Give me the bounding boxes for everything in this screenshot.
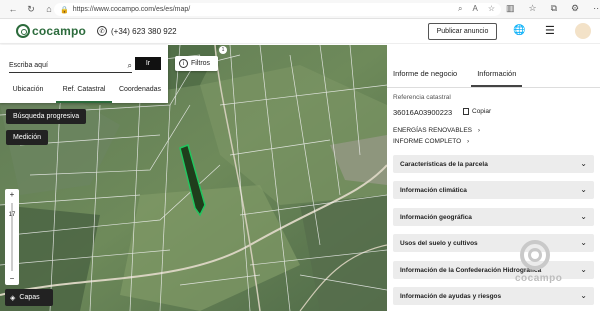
panel-divider [387, 87, 600, 88]
layers-icon: ◈ [10, 294, 16, 302]
accordion-label: Características de la parcela [400, 160, 488, 168]
chevron-down-icon: ⌄ [580, 212, 587, 221]
tab-location[interactable]: Ubicación [0, 83, 56, 103]
tab-information[interactable]: Información [471, 69, 523, 87]
favorite-star-icon[interactable]: ☆ [488, 4, 495, 14]
search-placeholder: Escriba aquí [9, 62, 48, 69]
layers-button[interactable]: ◈ Capas [5, 289, 53, 306]
copy-button[interactable]: Copiar [463, 108, 491, 115]
copy-icon [463, 108, 469, 115]
watermark-text: cocampo [515, 273, 563, 284]
accordion-label: Usos del suelo y cultivos [400, 239, 478, 247]
parcel-info-panel: Informe de negocio Información Referenci… [387, 45, 600, 311]
favorites-icon[interactable]: ☆ [529, 3, 537, 14]
search-go-button[interactable]: Ir [135, 57, 161, 70]
layers-label: Capas [19, 294, 40, 301]
chevron-right-icon: › [477, 127, 480, 134]
reload-icon[interactable]: ↻ [24, 2, 38, 16]
cadastral-ref-value: 36016A03900223 [393, 108, 453, 117]
address-bar[interactable]: 🔒 https://www.cocampo.com/es/es/map/ ⌕ A… [54, 3, 501, 16]
chevron-down-icon: ⌄ [580, 291, 587, 300]
accordion-plot-features[interactable]: Características de la parcela ⌄ [393, 155, 594, 173]
split-screen-icon[interactable]: ▥ [506, 3, 515, 14]
watermark-logo-inner [528, 248, 542, 262]
chevron-down-icon: ⌄ [580, 159, 587, 168]
filters-button[interactable]: i Filtros [175, 56, 218, 71]
measurement-button[interactable]: Medición [6, 130, 49, 145]
filters-count-badge: 1 [219, 46, 227, 54]
site-header: cocampo ✆ (+34) 623 380 922 Publicar anu… [0, 19, 600, 44]
publish-listing-button[interactable]: Publicar anuncio [428, 23, 497, 40]
cocampo-watermark: cocampo [515, 240, 565, 290]
full-report-link[interactable]: INFORME COMPLETO › [393, 138, 469, 145]
copy-label: Copiar [472, 108, 492, 115]
zoom-level: 17 [8, 212, 16, 218]
zoom-out-button[interactable]: − [10, 273, 15, 285]
phone-number: (+34) 623 380 922 [111, 26, 177, 36]
accordion-label: Información climática [400, 186, 467, 194]
extensions-icon[interactable]: ⚙ [571, 3, 579, 14]
back-icon[interactable]: ← [6, 2, 20, 16]
full-report-label: INFORME COMPLETO [393, 138, 462, 145]
whatsapp-icon: ✆ [97, 26, 107, 36]
search-icon: ⌕ [127, 61, 132, 70]
search-input[interactable]: Escriba aquí ⌕ [9, 59, 132, 73]
panel-tabs: Informe de negocio Información [393, 69, 530, 87]
tab-coordinates[interactable]: Coordenadas [112, 83, 168, 103]
chevron-right-icon: › [466, 138, 470, 145]
collections-icon[interactable]: ⧉ [551, 3, 557, 14]
tab-cadastral-ref[interactable]: Ref. Catastral [56, 83, 112, 103]
hamburger-menu-icon[interactable]: ☰ [545, 24, 555, 37]
chevron-down-icon: ⌄ [580, 238, 587, 247]
more-options-icon[interactable]: ⋯ [593, 3, 600, 14]
language-globe-icon[interactable]: 🌐 [513, 25, 525, 36]
filters-label: Filtros [191, 60, 211, 67]
accordion-label: Información de ayudas y riesgos [400, 292, 502, 300]
browser-toolbar: ← ↻ ⌂ 🔒 https://www.cocampo.com/es/es/ma… [0, 0, 600, 19]
chevron-down-icon: ⌄ [580, 265, 587, 274]
phone-contact[interactable]: ✆ (+34) 623 380 922 [97, 26, 177, 36]
zoom-in-button[interactable]: + [10, 189, 15, 201]
accordion-geographic-info[interactable]: Información geográfica ⌄ [393, 208, 594, 226]
tab-business-report[interactable]: Informe de negocio [393, 69, 463, 87]
cadastral-ref-label: Referencia catastral [393, 94, 451, 101]
read-aloud-icon[interactable]: A [472, 4, 477, 14]
info-icon: i [179, 59, 188, 68]
cocampo-logo[interactable]: cocampo [16, 24, 86, 38]
renewable-energies-link[interactable]: ENERGÍAS RENOVABLES › [393, 127, 480, 134]
logo-text: cocampo [32, 24, 87, 38]
search-panel: Escriba aquí ⌕ Ir Ubicación Ref. Catastr… [0, 45, 168, 103]
lock-icon: 🔒 [60, 6, 69, 14]
logo-mark-icon [16, 24, 30, 38]
zoom-control: + 17 − [5, 189, 19, 285]
accordion-label: Información geográfica [400, 213, 472, 221]
chevron-down-icon: ⌄ [580, 185, 587, 194]
avatar[interactable] [575, 23, 591, 39]
accordion-climate-info[interactable]: Información climática ⌄ [393, 181, 594, 199]
renewable-energies-label: ENERGÍAS RENOVABLES [393, 127, 472, 134]
search-tabs: Ubicación Ref. Catastral Coordenadas [0, 83, 168, 103]
progressive-search-button[interactable]: Búsqueda progresiva [6, 109, 87, 124]
address-bar-url: https://www.cocampo.com/es/es/map/ [72, 6, 191, 13]
search-icon[interactable]: ⌕ [458, 4, 462, 14]
